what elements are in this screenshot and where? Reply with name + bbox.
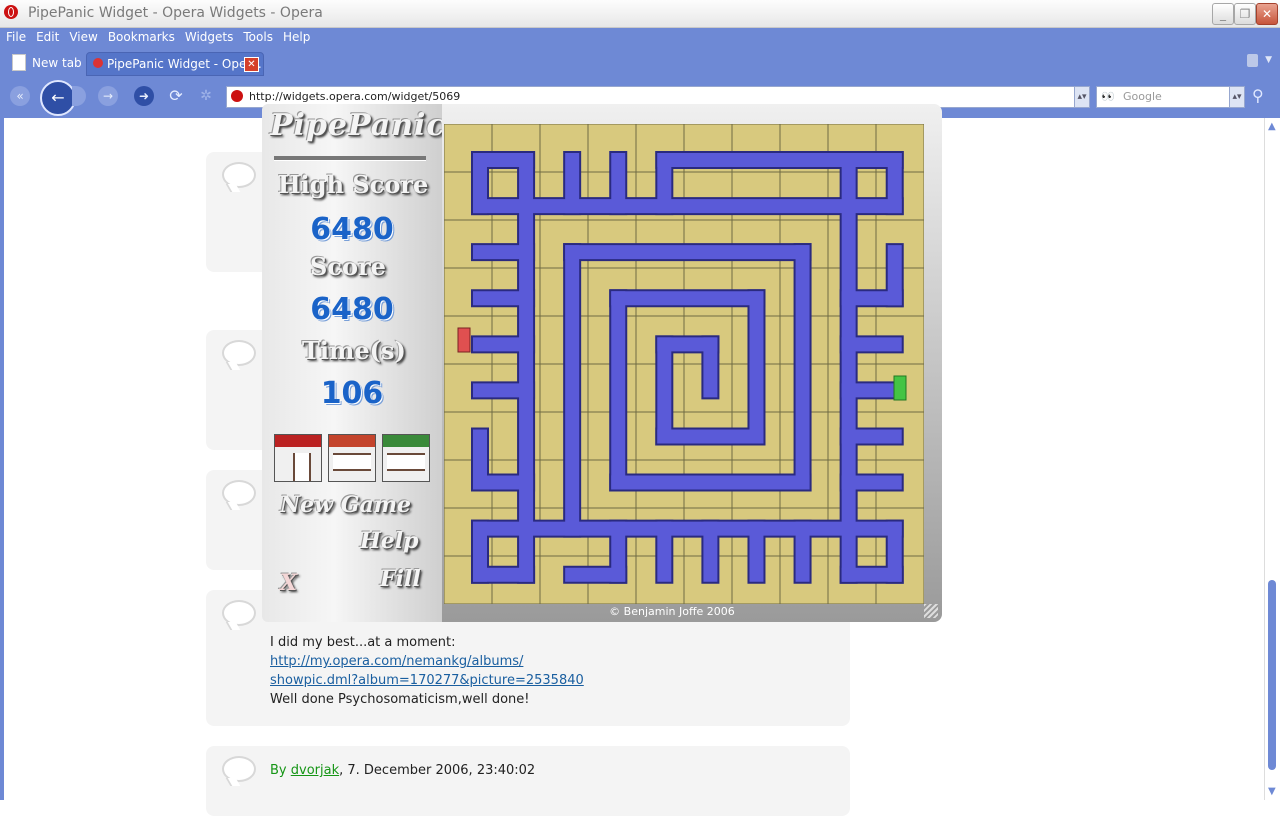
- address-dropdown[interactable]: ▴▾: [1074, 86, 1090, 108]
- address-text[interactable]: http://widgets.opera.com/widget/5069: [249, 90, 460, 103]
- pipe-start-icon: [457, 327, 471, 353]
- fill-button[interactable]: Fill: [380, 566, 421, 592]
- scroll-up-icon[interactable]: ▲: [1268, 121, 1276, 132]
- scroll-down-icon[interactable]: ▼: [1268, 786, 1276, 797]
- restore-button[interactable]: ❐: [1234, 3, 1256, 25]
- widget-logo: PipePanic: [270, 108, 446, 143]
- comment-bubble-icon: [222, 162, 256, 188]
- window-titlebar: PipePanic Widget - Opera Widgets - Opera…: [0, 0, 1280, 28]
- logo-divider: [274, 156, 426, 161]
- comment-bubble-icon: [222, 480, 256, 506]
- comment-bubble-icon: [222, 340, 256, 366]
- comment-link-line: http://my.opera.com/nemankg/albums/: [270, 654, 524, 669]
- pipepanic-widget: PipePanic High Score 6480 Score 6480 Tim…: [262, 104, 942, 622]
- comment-link-line: showpic.dml?album=170277&picture=2535840: [270, 673, 584, 688]
- search-placeholder: Google: [1123, 90, 1162, 103]
- fast-forward-button[interactable]: ➜: [134, 86, 154, 106]
- game-board[interactable]: [444, 124, 924, 604]
- window-title: PipePanic Widget - Opera Widgets - Opera: [28, 5, 323, 21]
- back-button[interactable]: ←: [40, 80, 76, 116]
- time-label: Time(s): [302, 336, 406, 365]
- menu-file[interactable]: File: [0, 28, 30, 44]
- next-piece-straight: [328, 434, 376, 482]
- new-game-button[interactable]: New Game: [280, 492, 411, 518]
- tab-bar: New tab PipePanic Widget - Oper... ✕ ▼: [0, 50, 1280, 76]
- wand-icon[interactable]: ✲: [196, 86, 216, 106]
- forward-button[interactable]: →: [98, 86, 118, 106]
- comment: By dvorjak, 7. December 2006, 23:40:02: [206, 746, 850, 816]
- comment-by: By: [270, 763, 287, 778]
- tab-new-tab[interactable]: New tab: [4, 52, 82, 74]
- opera-logo-icon: [4, 5, 18, 19]
- close-window-button[interactable]: ✕: [1256, 3, 1278, 25]
- copyright: © Benjamin Joffe 2006: [609, 605, 735, 618]
- high-score-value: 6480: [310, 212, 394, 247]
- menu-bar: File Edit View Bookmarks Widgets Tools Help: [0, 28, 314, 48]
- menu-view[interactable]: View: [63, 28, 101, 44]
- site-icon: [231, 90, 243, 102]
- reload-icon[interactable]: ⟳: [166, 86, 186, 106]
- search-engine-icon[interactable]: 👀: [1101, 90, 1115, 103]
- comment-bubble-icon: [222, 756, 256, 782]
- cap-red: [329, 435, 375, 447]
- corner-pipe-icon: [293, 453, 311, 481]
- resize-grip-icon[interactable]: [924, 604, 938, 618]
- menu-tools[interactable]: Tools: [237, 28, 277, 44]
- document-icon: [12, 54, 26, 71]
- minimize-button[interactable]: _: [1212, 3, 1234, 25]
- cap-red: [275, 435, 321, 447]
- time-value: 106: [320, 376, 384, 411]
- comment-text: Well done Psychosomaticism,well done!: [270, 692, 530, 707]
- menu-bookmarks[interactable]: Bookmarks: [102, 28, 179, 44]
- back-history-dropdown[interactable]: [72, 86, 86, 106]
- pipe-end-icon: [893, 375, 907, 401]
- tab-pipepanic[interactable]: PipePanic Widget - Oper... ✕: [86, 52, 264, 76]
- comment-meta: By dvorjak, 7. December 2006, 23:40:02: [270, 761, 535, 780]
- score-label: Score: [310, 252, 386, 281]
- close-widget-button[interactable]: X: [280, 570, 297, 596]
- search-dropdown[interactable]: ▴▾: [1229, 86, 1245, 108]
- high-score-label: High Score: [278, 170, 429, 199]
- close-tab-icon[interactable]: ✕: [244, 57, 259, 72]
- comment-text: I did my best...at a moment:: [270, 635, 456, 650]
- straight-pipe-icon: [387, 453, 425, 471]
- comment-link[interactable]: http://my.opera.com/nemankg/albums/showp…: [270, 654, 584, 688]
- chevron-down-icon[interactable]: ▼: [1265, 55, 1272, 65]
- search-field[interactable]: 👀 Google: [1096, 86, 1230, 108]
- comment-bubble-icon: [222, 600, 256, 626]
- scroll-thumb[interactable]: [1268, 580, 1276, 770]
- score-value: 6480: [310, 292, 394, 327]
- trash-icon[interactable]: [1247, 54, 1258, 67]
- menu-widgets[interactable]: Widgets: [179, 28, 238, 44]
- comment-body: I did my best...at a moment: http://my.o…: [270, 633, 584, 709]
- help-button[interactable]: Help: [360, 528, 419, 554]
- comment-date: , 7. December 2006, 23:40:02: [339, 763, 536, 778]
- opera-icon: [93, 58, 103, 68]
- next-piece-straight: [382, 434, 430, 482]
- search-icon[interactable]: ⚲: [1252, 86, 1264, 105]
- rewind-button[interactable]: «: [10, 86, 30, 106]
- cap-green: [383, 435, 429, 447]
- tab-label: New tab: [32, 56, 82, 70]
- widget-sidebar: PipePanic High Score 6480 Score 6480 Tim…: [262, 104, 445, 622]
- tab-label: PipePanic Widget - Oper...: [107, 57, 262, 71]
- menu-help[interactable]: Help: [277, 28, 314, 44]
- menu-edit[interactable]: Edit: [30, 28, 63, 44]
- next-piece-corner: [274, 434, 322, 482]
- scrollbar[interactable]: ▲ ▼: [1264, 118, 1280, 800]
- comment-author-link[interactable]: dvorjak: [291, 763, 339, 778]
- straight-pipe-icon: [333, 453, 371, 471]
